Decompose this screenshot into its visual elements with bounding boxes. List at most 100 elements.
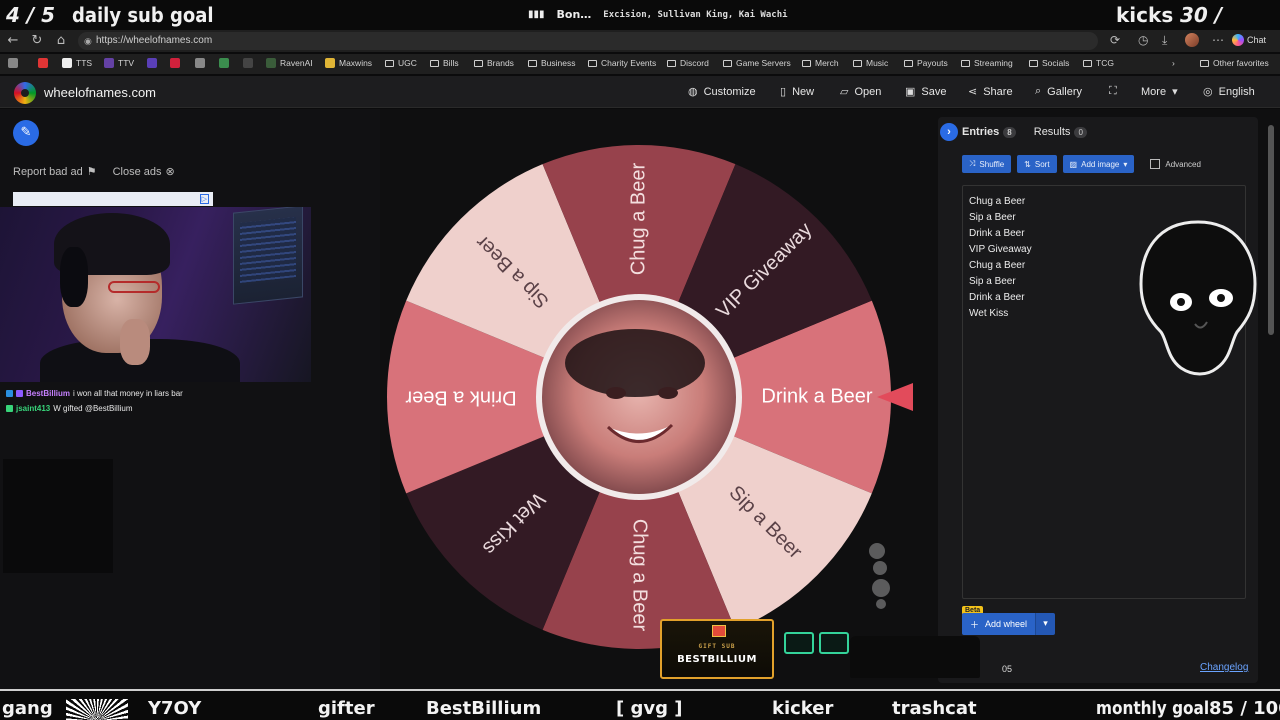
bookmark-tcg[interactable]: TCG: [1083, 58, 1114, 68]
add-wheel-dropdown-icon[interactable]: ▾: [1035, 613, 1056, 635]
version-text: 05: [1002, 664, 1013, 674]
tab-entries[interactable]: › Entries 8: [940, 123, 1016, 141]
shuffle-icon: ⤨: [969, 159, 976, 168]
profile-avatar[interactable]: [1185, 33, 1199, 47]
customize-button[interactable]: ◍ Customize: [688, 85, 756, 99]
bookmark-business[interactable]: Business: [528, 58, 576, 68]
entries-textarea[interactable]: Chug a Beer Sip a Beer Drink a Beer VIP …: [962, 185, 1257, 599]
bookmark-merch[interactable]: Merch: [802, 58, 839, 68]
back-icon[interactable]: ←: [5, 33, 21, 49]
bookmark-charity-events[interactable]: Charity Events: [588, 58, 656, 68]
wheel[interactable]: Drink a Beer Sip a Beer Chug a Beer Wet Kis…: [380, 135, 900, 655]
new-button[interactable]: ▯ New: [780, 85, 814, 99]
stream-chat: BestBillium i won all that money in liar…: [6, 389, 306, 419]
site-title[interactable]: wheelofnames.com: [44, 85, 156, 100]
bookmark-discord[interactable]: Discord: [667, 58, 709, 68]
add-wheel-button[interactable]: ＋ Add wheel: [962, 613, 1036, 635]
address-bar[interactable]: ◉ https://wheelofnames.com: [78, 32, 1098, 50]
bookmark-ravenai[interactable]: RavenAI: [266, 58, 313, 68]
tab-results[interactable]: Results 0: [1034, 126, 1087, 138]
page-scrollbar[interactable]: [1268, 125, 1274, 335]
bookmark-maxwins[interactable]: Maxwins: [325, 58, 372, 68]
bookmark-other-favorites[interactable]: Other favorites: [1200, 58, 1269, 68]
entry-item: Drink a Beer: [969, 228, 1025, 239]
folder-icon: [853, 59, 862, 67]
entry-item: Sip a Beer: [969, 212, 1016, 223]
advanced-checkbox[interactable]: [1150, 159, 1161, 169]
ad-choices-icon[interactable]: ▷: [199, 194, 209, 204]
bookmark-icon-1[interactable]: [8, 58, 18, 68]
now-playing-artists: Excision, Sullivan King, Kai Wachi: [603, 9, 788, 20]
bookmark-icon-2[interactable]: [38, 58, 48, 68]
ad-banner[interactable]: ▷: [13, 192, 213, 206]
now-playing: ▮▮▮ Bon… Excision, Sullivan King, Kai Wa…: [528, 8, 788, 21]
train-smoke: [873, 561, 887, 575]
gallery-button[interactable]: ⌕ Gallery: [1035, 85, 1082, 98]
open-button[interactable]: ▱ Open: [840, 85, 881, 99]
wheel-graphic[interactable]: Drink a BeerSip a BeerChug a BeerWet Kis…: [380, 135, 900, 655]
wheel-center-image[interactable]: [536, 294, 742, 500]
bookmark-ugc[interactable]: UGC: [385, 58, 417, 68]
bookmark-music[interactable]: Music: [853, 58, 888, 68]
pencil-icon[interactable]: ✎: [13, 120, 39, 146]
bookmark-icon-3[interactable]: [195, 58, 205, 68]
entry-item: Chug a Beer: [969, 196, 1026, 207]
folder-icon: [430, 59, 439, 67]
extensions-icon[interactable]: ⟳: [1110, 33, 1120, 47]
history-icon[interactable]: ◷: [1138, 33, 1148, 47]
folder-open-icon: ▱: [840, 86, 849, 98]
menu-icon[interactable]: ⋯: [1212, 33, 1224, 47]
bookmark-icon-h[interactable]: [170, 58, 180, 68]
folder-icon: [385, 59, 394, 67]
trashcat-label: trashcat: [892, 698, 977, 719]
reload-icon[interactable]: ↻: [29, 33, 45, 49]
y7oy-label: Y7OY: [148, 698, 202, 719]
close-ads-link[interactable]: Close ads ⊗: [113, 165, 175, 179]
new-file-icon: ▯: [780, 86, 787, 98]
shuffle-button[interactable]: ⤨ Shuffle: [962, 155, 1012, 173]
stream-overlay-top: 4 / 5 daily sub goal ▮▮▮ Bon… Excision, …: [0, 0, 1280, 51]
chevron-down-icon: ▾: [1172, 86, 1178, 98]
sort-button[interactable]: ⇅ Sort: [1017, 155, 1057, 173]
chat-text: W gifted @BestBillium: [53, 404, 133, 413]
folder-icon: [961, 59, 970, 67]
lock-icon: ◉: [84, 36, 92, 46]
home-icon[interactable]: ⌂: [53, 33, 69, 49]
bookmark-socials[interactable]: Socials: [1029, 58, 1069, 68]
bookmark-icon-4[interactable]: [219, 58, 229, 68]
wheel-logo-icon[interactable]: [14, 82, 36, 104]
language-button[interactable]: ◎ English: [1203, 85, 1255, 99]
bookmark-ttv[interactable]: TTV: [104, 58, 134, 68]
bookmark-brands[interactable]: Brands: [474, 58, 514, 68]
gift-sub-label: GIFT SUB: [698, 643, 736, 650]
share-button[interactable]: ⋖ Share: [968, 85, 1013, 99]
report-bad-ad-link[interactable]: Report bad ad ⚑: [13, 165, 97, 179]
chevron-right-icon[interactable]: ›: [940, 123, 958, 141]
bookmark-icon-r[interactable]: [243, 58, 253, 68]
monthly-goal-label: monthly goal: [1096, 698, 1210, 719]
bookmark-icon-ez[interactable]: [147, 58, 157, 68]
changelog-link[interactable]: Changelog: [1200, 662, 1248, 673]
bookmark-payouts[interactable]: Payouts: [904, 58, 948, 68]
bookmark-bills[interactable]: Bills: [430, 58, 459, 68]
downloads-icon[interactable]: ⤓: [1162, 33, 1167, 48]
bookmarks-overflow-icon[interactable]: ›: [1172, 58, 1175, 68]
wheel-segment-label: Chug a Beer: [627, 163, 649, 276]
overlay-placeholder: [3, 459, 113, 573]
bookmark-game-servers[interactable]: Game Servers: [723, 58, 791, 68]
fullscreen-icon[interactable]: ⛶: [1109, 85, 1117, 98]
bookmark-streaming[interactable]: Streaming: [961, 58, 1013, 68]
gift-train-car: [819, 632, 849, 654]
chat-message: jsaint413 W gifted @BestBillium: [6, 404, 306, 413]
more-button[interactable]: More ▾: [1141, 85, 1178, 99]
add-image-button[interactable]: ▨ Add image ▾: [1062, 155, 1135, 173]
save-button[interactable]: ▣ Save: [905, 85, 946, 99]
sort-icon: ⇅: [1024, 159, 1031, 169]
webcam-glasses: [108, 281, 160, 293]
copilot-chat-button[interactable]: Chat: [1232, 33, 1266, 47]
advanced-toggle[interactable]: Advanced: [1150, 159, 1201, 169]
bookmark-tts[interactable]: TTS: [62, 58, 92, 68]
left-column: ✎ Report bad ad ⚑ Close ads ⊗ ▷ BestBill…: [0, 109, 380, 689]
webcam-hand: [120, 319, 150, 365]
kicks-label: kicks: [1116, 3, 1174, 27]
